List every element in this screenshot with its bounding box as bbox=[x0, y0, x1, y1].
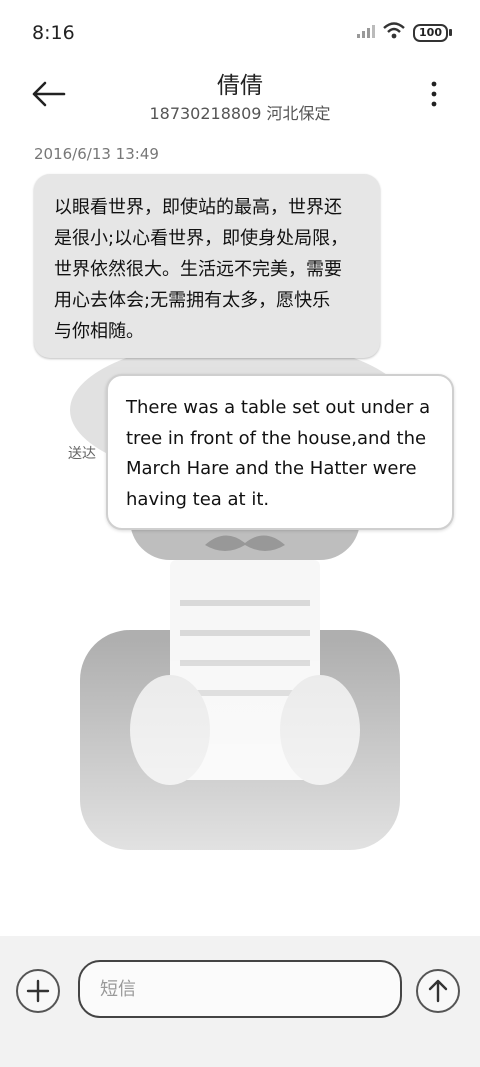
add-attachment-button[interactable] bbox=[16, 969, 60, 1013]
message-timestamp: 2016/6/13 13:49 bbox=[34, 145, 159, 163]
incoming-message-bubble[interactable]: 以眼看世界，即使站的最高，世界还 是很小;以心看世界，即使身处局限， 世界依然很… bbox=[34, 174, 380, 358]
message-line: 是很小;以心看世界，即使身处局限， bbox=[54, 228, 349, 249]
battery-level: 100 bbox=[413, 23, 448, 42]
message-line: 世界依然很大。生活远不完美，需要 bbox=[54, 259, 342, 280]
send-arrow-icon bbox=[428, 979, 448, 1003]
message-line: 用心去体会;无需拥有太多，愿快乐 bbox=[54, 290, 331, 311]
message-line: March Hare and the Hatter were bbox=[126, 458, 417, 479]
outgoing-message-bubble[interactable]: There was a table set out under a tree i… bbox=[106, 374, 454, 530]
message-line: having tea at it. bbox=[126, 488, 270, 510]
conversation-header: 倩倩 18730218809 河北保定 bbox=[0, 66, 480, 136]
message-input[interactable] bbox=[78, 960, 402, 1018]
message-composer bbox=[0, 936, 480, 1067]
send-button[interactable] bbox=[416, 969, 460, 1013]
signal-icon bbox=[357, 23, 376, 42]
status-bar: 8:16 100 bbox=[0, 0, 480, 66]
message-line: tree in front of the house,and the bbox=[126, 427, 427, 449]
battery-icon: 100 bbox=[413, 23, 452, 42]
wifi-icon bbox=[383, 22, 405, 43]
message-line: 以眼看世界，即使站的最高，世界还 bbox=[54, 197, 342, 218]
contact-number-location: 18730218809 河北保定 bbox=[149, 104, 331, 123]
add-circle-icon bbox=[26, 979, 50, 1003]
message-line: There was a table set out under a bbox=[126, 397, 431, 418]
more-options-button[interactable] bbox=[424, 80, 444, 108]
contact-name: 倩倩 bbox=[217, 73, 263, 99]
delivery-status: 送达 bbox=[68, 446, 96, 462]
status-time: 8:16 bbox=[32, 22, 75, 44]
more-vertical-icon bbox=[431, 81, 437, 107]
message-line: 与你相随。 bbox=[54, 321, 144, 342]
status-icons: 100 bbox=[357, 22, 452, 43]
